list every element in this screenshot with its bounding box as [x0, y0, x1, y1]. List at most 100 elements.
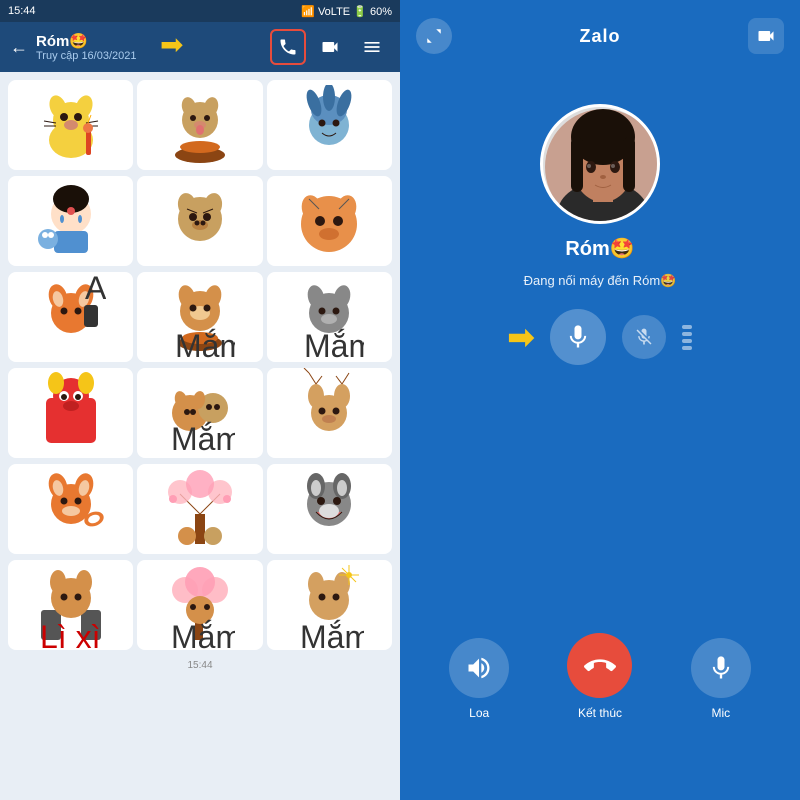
sticker-10: [8, 368, 133, 458]
sticker-7: Alo !!!: [8, 272, 133, 362]
sticker-svg-13: [36, 464, 106, 554]
sticker-row-1: [8, 80, 392, 170]
speaker-icon: [465, 654, 493, 682]
svg-text:Mắm mối phúc tài: Mắm mối phúc tài: [300, 619, 364, 650]
menu-icon: [362, 37, 382, 57]
svg-text:Mắm mối phúc tài: Mắm mối phúc tài: [175, 328, 235, 360]
svg-text:Mắm mối phúc tài: Mắm mối phúc tài: [171, 619, 235, 650]
sticker-17: Mắm mối phúc tài: [137, 560, 262, 650]
sticker-svg-1: [36, 85, 106, 165]
call-controls: Loa Kết thúc Mic: [400, 633, 800, 720]
sticker-row-6: Lì xì nè !!! Mắm mối phúc tài: [8, 560, 392, 650]
right-panel: Zalo: [400, 0, 800, 800]
sticker-6: [267, 176, 392, 266]
video-icon: [320, 37, 340, 57]
header-actions: ➡: [270, 29, 390, 65]
sticker-svg-16: Lì xì nè !!!: [36, 560, 106, 650]
avatar-image: [543, 107, 660, 224]
sticker-15: [267, 464, 392, 554]
sticker-svg-3: [294, 85, 364, 165]
status-bar: 15:44 📶 VoLTE 🔋 60%: [0, 0, 400, 22]
mic-circle-button[interactable]: [550, 309, 606, 365]
status-icons: 📶 VoLTE 🔋 60%: [301, 5, 392, 18]
sticker-svg-8: Mắm mối phúc tài: [165, 275, 235, 360]
sticker-row-4: Mắm mối phúc tài: [8, 368, 392, 458]
svg-text:Mắm mối phúc tài: Mắm mối phúc tài: [304, 328, 364, 360]
sticker-12: [267, 368, 392, 458]
vol-bar-4: [682, 346, 692, 350]
vol-bar-2: [682, 332, 692, 336]
speaker-label: Loa: [469, 706, 489, 720]
speaker-button[interactable]: [449, 638, 509, 698]
sticker-svg-4: [36, 179, 106, 264]
svg-text:Mắm mối phúc tài: Mắm mối phúc tài: [171, 421, 235, 457]
sticker-svg-9: Mắm mối phúc tài: [294, 275, 364, 360]
volume-control: [682, 325, 692, 350]
call-status-text: Đang nối máy đến Róm🤩: [524, 273, 677, 289]
header-info: Róm🤩 Truy cập 16/03/2021: [36, 32, 262, 62]
sticker-5: [137, 176, 262, 266]
sticker-3: [267, 80, 392, 170]
sticker-9: Mắm mối phúc tài: [267, 272, 392, 362]
sticker-svg-12: [294, 368, 364, 458]
svg-text:Lì xì nè !!!: Lì xì nè !!!: [40, 619, 106, 650]
sticker-13: [8, 464, 133, 554]
caller-avatar: [540, 104, 660, 224]
message-time: 15:44: [8, 660, 392, 671]
sticker-8: Mắm mối phúc tài: [137, 272, 262, 362]
sticker-svg-15: [294, 464, 364, 554]
chat-area: Alo !!! Mắm mối phúc tài: [0, 72, 400, 800]
sticker-14: [137, 464, 262, 554]
mic-control-icon: [707, 654, 735, 682]
sticker-row-5: [8, 464, 392, 554]
mic-button[interactable]: [691, 638, 751, 698]
contact-name: Róm🤩: [36, 32, 262, 50]
mic-area: ➡: [400, 309, 800, 365]
sticker-11: Mắm mối phúc tài: [137, 368, 262, 458]
phone-icon: [278, 37, 298, 57]
mic-control: Mic: [691, 638, 751, 720]
sticker-row-3: Alo !!! Mắm mối phúc tài: [8, 272, 392, 362]
sticker-svg-6: [294, 179, 364, 264]
sticker-svg-17: Mắm mối phúc tài: [165, 560, 235, 650]
end-call-control: Kết thúc: [567, 633, 632, 720]
sticker-svg-2: [165, 85, 235, 165]
sticker-svg-5: [165, 179, 235, 264]
expand-button[interactable]: [416, 18, 452, 54]
zalo-header: Zalo: [400, 8, 800, 64]
annotation-arrow: ➡: [160, 28, 183, 61]
caller-avatar-area: Róm🤩 Đang nối máy đến Róm🤩: [524, 104, 677, 289]
vol-bar-3: [682, 339, 692, 343]
vol-bar-1: [682, 325, 692, 329]
video-toggle-button[interactable]: [748, 18, 784, 54]
end-call-label: Kết thúc: [578, 706, 622, 720]
time: 15:44: [8, 5, 36, 17]
svg-text:Alo !!!: Alo !!!: [85, 275, 106, 306]
caller-name: Róm🤩: [565, 236, 634, 261]
sticker-row-2: [8, 176, 392, 266]
sticker-1: [8, 80, 133, 170]
annotation-arrow-2: ➡: [508, 318, 535, 356]
mic-label: Mic: [711, 706, 730, 720]
sticker-svg-11: Mắm mối phúc tài: [165, 368, 235, 458]
sticker-svg-14: [165, 464, 235, 554]
mute-button[interactable]: [622, 315, 666, 359]
end-call-button[interactable]: [567, 633, 632, 698]
app-title: Zalo: [579, 26, 620, 47]
sticker-svg-18: Mắm mối phúc tài: [294, 560, 364, 650]
back-button[interactable]: ←: [10, 37, 28, 58]
mute-icon: [634, 327, 654, 347]
voice-call-button[interactable]: [270, 29, 306, 65]
menu-button[interactable]: [354, 29, 390, 65]
expand-icon: [425, 27, 443, 45]
sticker-16: Lì xì nè !!!: [8, 560, 133, 650]
chat-header: ← Róm🤩 Truy cập 16/03/2021 ➡: [0, 22, 400, 72]
sticker-svg-7: Alo !!!: [36, 275, 106, 360]
speaker-control: Loa: [449, 638, 509, 720]
end-call-icon: [584, 650, 616, 682]
sticker-2: [137, 80, 262, 170]
video-call-button[interactable]: [312, 29, 348, 65]
sticker-18: Mắm mối phúc tài: [267, 560, 392, 650]
last-seen: Truy cập 16/03/2021: [36, 50, 262, 62]
video-call-icon: [756, 26, 776, 46]
